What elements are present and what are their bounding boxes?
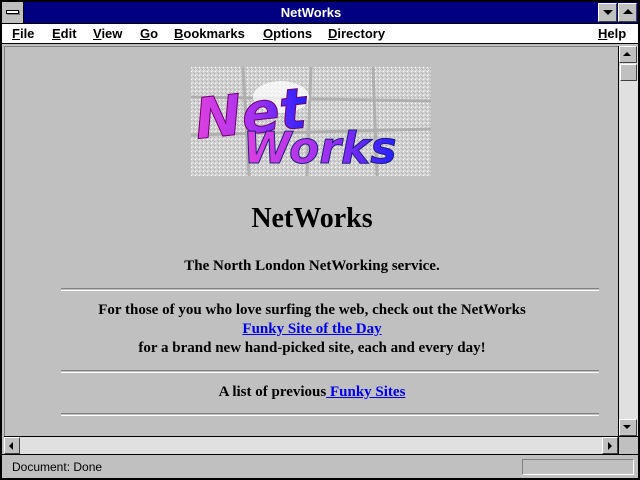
arrow-down-icon xyxy=(623,425,631,429)
window-title: NetWorks xyxy=(280,5,342,20)
funky-site-line: Funky Site of the Day xyxy=(5,321,618,338)
tagline: The North London NetWorking service. xyxy=(184,258,440,274)
previous-sites-label: A list of previous xyxy=(218,384,327,400)
funky-sites-link[interactable]: Funky Sites xyxy=(326,384,405,400)
minimize-button[interactable] xyxy=(598,3,617,22)
menu-go[interactable]: Go xyxy=(140,25,158,43)
intro-text-end: for a brand new hand-picked site, each a… xyxy=(138,340,486,356)
menu-view[interactable]: View xyxy=(93,25,122,43)
funky-site-of-the-day-link[interactable]: Funky Site of the Day xyxy=(242,321,381,337)
menu-file[interactable]: File xyxy=(12,25,34,43)
arrow-up-icon xyxy=(623,52,631,56)
page-title: NetWorks xyxy=(251,203,373,234)
scroll-left-button[interactable] xyxy=(4,437,20,454)
minimize-icon xyxy=(603,10,613,15)
scroll-right-button[interactable] xyxy=(602,437,618,454)
menu-bookmarks[interactable]: Bookmarks xyxy=(174,25,245,43)
arrow-left-icon xyxy=(9,442,13,450)
intro-text: For those of you who love surfing the we… xyxy=(98,302,526,318)
maximize-button[interactable] xyxy=(618,3,637,22)
divider xyxy=(61,370,599,373)
title-bar: NetWorks xyxy=(2,2,638,24)
divider xyxy=(61,288,599,291)
networks-logo: Net Works xyxy=(191,67,431,176)
scrollbar-corner xyxy=(618,436,638,454)
menu-directory[interactable]: Directory xyxy=(328,25,385,43)
browser-window: NetWorks File Edit View Go Bookmarks Opt… xyxy=(0,0,640,480)
vertical-scroll-thumb[interactable] xyxy=(620,64,637,81)
status-bar: Document: Done xyxy=(2,454,638,478)
maximize-icon xyxy=(623,9,633,14)
logo-works-text: Works xyxy=(243,123,397,174)
menu-edit[interactable]: Edit xyxy=(52,25,77,43)
menu-help[interactable]: Help xyxy=(598,25,626,43)
scroll-up-button[interactable] xyxy=(619,46,637,63)
progress-indicator xyxy=(522,459,634,475)
previous-sites-line: A list of previous Funky Sites xyxy=(5,384,618,401)
scroll-down-button[interactable] xyxy=(619,419,637,436)
horizontal-scrollbar[interactable] xyxy=(4,436,618,454)
vertical-scrollbar[interactable] xyxy=(618,46,638,436)
arrow-right-icon xyxy=(608,442,612,450)
system-menu-icon xyxy=(6,10,19,14)
status-text: Document: Done xyxy=(12,460,103,474)
menu-options[interactable]: Options xyxy=(263,25,312,43)
system-menu-button[interactable] xyxy=(2,2,24,23)
page-content: Net Works NetWorks The North London NetW… xyxy=(4,46,618,436)
menu-bar: File Edit View Go Bookmarks Options Dire… xyxy=(2,24,638,44)
divider xyxy=(61,413,599,416)
